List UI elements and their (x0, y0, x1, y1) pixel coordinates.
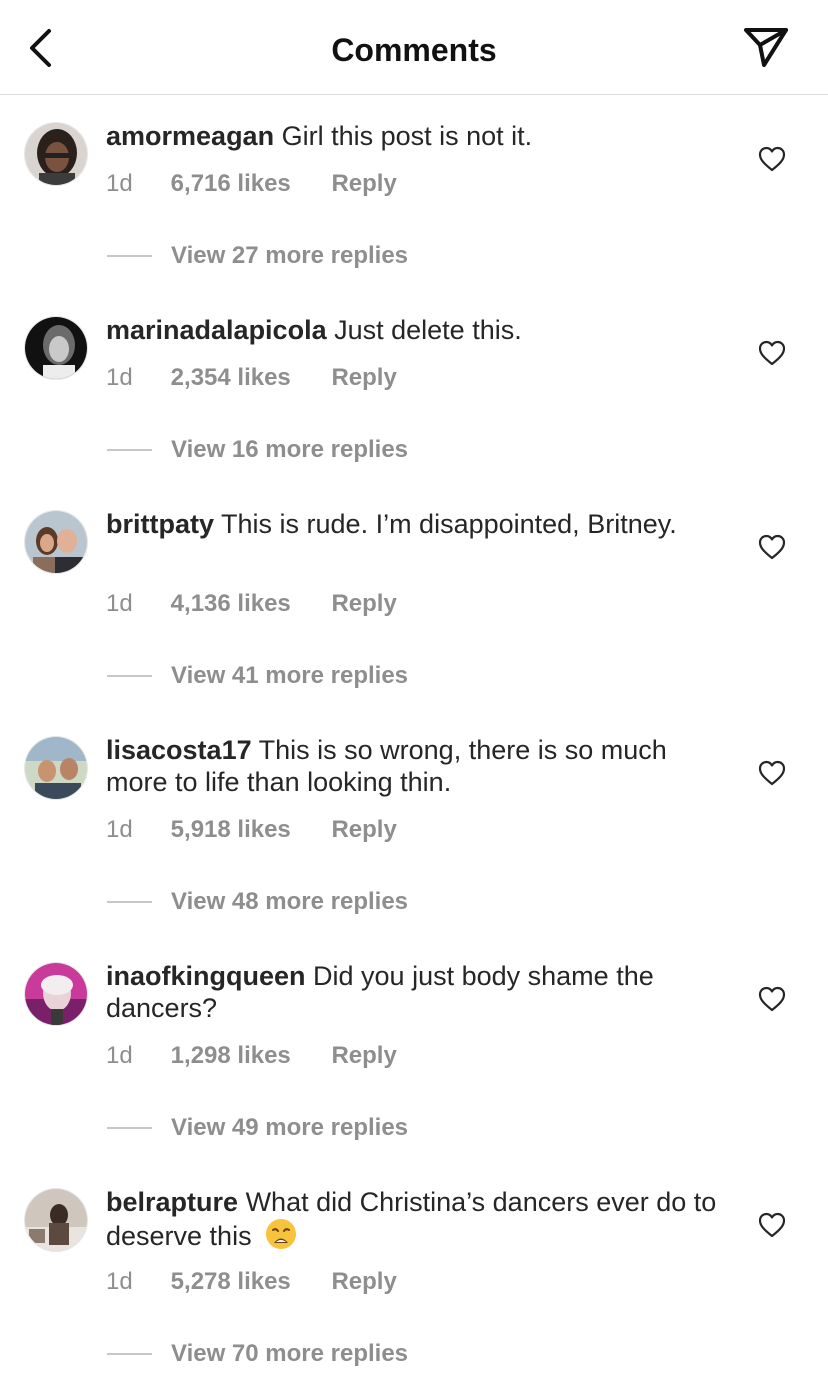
comment-username[interactable]: marinadalapicola (106, 315, 327, 345)
comment-likes[interactable]: 4,136 likes (171, 589, 291, 619)
comment-username[interactable]: brittpaty (106, 509, 214, 539)
like-heart-icon[interactable] (758, 1212, 786, 1238)
weary-face-emoji-icon (265, 1218, 297, 1257)
view-replies-button[interactable]: View 27 more replies (107, 241, 408, 271)
like-heart-icon[interactable] (758, 986, 786, 1012)
comment-meta: 1d 6,716 likes Reply (106, 169, 397, 199)
comment-text: inaofkingqueen Did you just body shame t… (106, 960, 726, 1024)
comment-time: 1d (106, 364, 133, 391)
comment-time: 1d (106, 170, 133, 197)
view-replies-button[interactable]: View 49 more replies (107, 1113, 408, 1143)
view-replies-button[interactable]: View 41 more replies (107, 661, 408, 691)
avatar[interactable] (24, 1188, 88, 1252)
header-bar: Comments (0, 0, 828, 95)
reply-button[interactable]: Reply (331, 169, 396, 199)
view-replies-button[interactable]: View 70 more replies (107, 1339, 408, 1369)
like-heart-icon[interactable] (758, 340, 786, 366)
comment-text: belrapture What did Christina’s dancers … (106, 1186, 726, 1257)
reply-button[interactable]: Reply (331, 1041, 396, 1071)
comment-username[interactable]: lisacosta17 (106, 735, 252, 765)
avatar[interactable] (24, 316, 88, 380)
view-replies-label: View 48 more replies (171, 888, 409, 915)
reply-button[interactable]: Reply (331, 589, 396, 619)
comment-time: 1d (106, 1042, 133, 1069)
comment-likes[interactable]: 6,716 likes (171, 169, 291, 199)
replies-divider-line (107, 901, 152, 903)
comment-likes[interactable]: 1,298 likes (171, 1041, 291, 1071)
comment-body: Girl this post is not it. (281, 121, 533, 151)
comment-meta: 1d 4,136 likes Reply (106, 589, 397, 619)
like-heart-icon[interactable] (758, 534, 786, 560)
comment-likes[interactable]: 5,918 likes (171, 815, 291, 845)
comment-body: Just delete this. (334, 315, 522, 345)
avatar[interactable] (24, 736, 88, 800)
like-heart-icon[interactable] (758, 760, 786, 786)
comment-meta: 1d 5,278 likes Reply (106, 1267, 397, 1297)
reply-button[interactable]: Reply (331, 363, 396, 393)
paper-plane-icon (743, 26, 789, 73)
comment-likes[interactable]: 2,354 likes (171, 363, 291, 393)
comment-likes[interactable]: 5,278 likes (171, 1267, 291, 1297)
comment-body: This is rude. I’m disappointed, Britney. (221, 509, 677, 539)
comment-username[interactable]: belrapture (106, 1187, 238, 1217)
view-replies-label: View 49 more replies (171, 1114, 409, 1141)
view-replies-button[interactable]: View 48 more replies (107, 887, 408, 917)
avatar[interactable] (24, 962, 88, 1026)
page-title: Comments (331, 32, 497, 68)
view-replies-button[interactable]: View 16 more replies (107, 435, 408, 465)
comment-time: 1d (106, 816, 133, 843)
avatar[interactable] (24, 510, 88, 574)
comment-meta: 1d 5,918 likes Reply (106, 815, 397, 845)
replies-divider-line (107, 449, 152, 451)
comment-text: marinadalapicola Just delete this. (106, 314, 726, 346)
like-heart-icon[interactable] (758, 146, 786, 172)
comment-time: 1d (106, 590, 133, 617)
replies-divider-line (107, 1353, 152, 1355)
replies-divider-line (107, 1127, 152, 1129)
avatar[interactable] (24, 122, 88, 186)
comment-meta: 1d 2,354 likes Reply (106, 363, 397, 393)
comment-meta: 1d 1,298 likes Reply (106, 1041, 397, 1071)
comment-text: lisacosta17 This is so wrong, there is s… (106, 734, 726, 798)
reply-button[interactable]: Reply (331, 815, 396, 845)
view-replies-label: View 27 more replies (171, 242, 409, 269)
view-replies-label: View 41 more replies (171, 662, 409, 689)
share-button[interactable] (740, 24, 792, 74)
view-replies-label: View 70 more replies (171, 1340, 409, 1367)
comment-time: 1d (106, 1268, 133, 1295)
replies-divider-line (107, 675, 152, 677)
reply-button[interactable]: Reply (331, 1267, 396, 1297)
view-replies-label: View 16 more replies (171, 436, 409, 463)
comment-text: brittpaty This is rude. I’m disappointed… (106, 508, 726, 540)
replies-divider-line (107, 255, 152, 257)
comment-text: amormeagan Girl this post is not it. (106, 120, 726, 152)
comment-username[interactable]: inaofkingqueen (106, 961, 306, 991)
comment-username[interactable]: amormeagan (106, 121, 274, 151)
